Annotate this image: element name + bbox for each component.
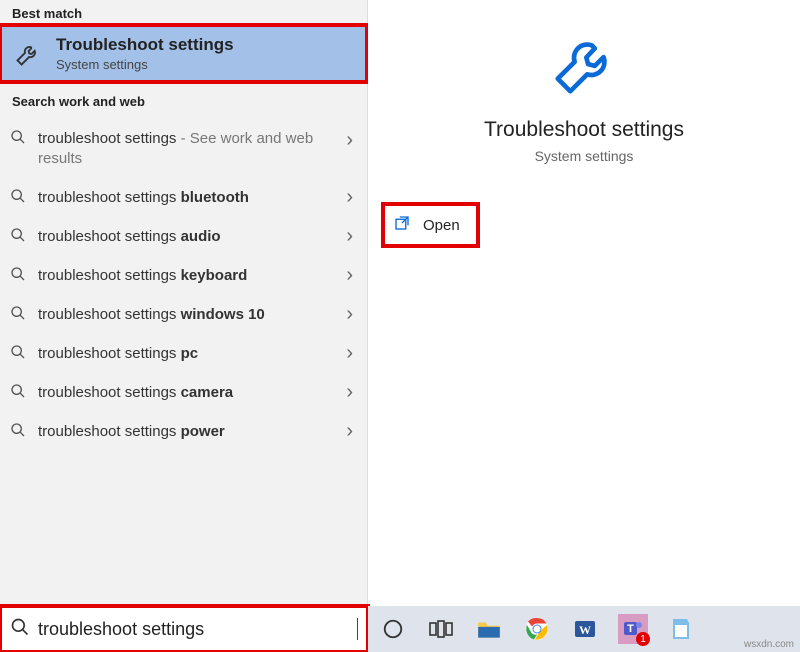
search-icon bbox=[10, 383, 28, 403]
chevron-right-icon: › bbox=[346, 342, 353, 365]
badge-icon: 1 bbox=[636, 632, 650, 646]
chevron-right-icon: › bbox=[346, 186, 353, 209]
notepad-icon[interactable] bbox=[666, 614, 696, 644]
search-input[interactable] bbox=[38, 619, 349, 640]
chevron-right-icon: › bbox=[346, 264, 353, 287]
search-icon bbox=[10, 129, 28, 149]
text-cursor bbox=[357, 618, 358, 640]
suggestion-text: troubleshoot settings power bbox=[38, 422, 336, 442]
suggestion-text: troubleshoot settings pc bbox=[38, 344, 336, 364]
svg-text:T: T bbox=[627, 623, 634, 635]
word-icon[interactable]: W bbox=[570, 614, 600, 644]
bottom-bar: W T 1 bbox=[0, 606, 800, 652]
teams-icon[interactable]: T 1 bbox=[618, 614, 648, 644]
chevron-right-icon: › bbox=[346, 225, 353, 248]
search-icon bbox=[10, 344, 28, 364]
suggestion-text: troubleshoot settings audio bbox=[38, 227, 336, 247]
chevron-right-icon: › bbox=[346, 129, 353, 152]
taskbar: W T 1 bbox=[368, 606, 800, 652]
chrome-icon[interactable] bbox=[522, 614, 552, 644]
suggestion-item[interactable]: troubleshoot settings power › bbox=[0, 412, 367, 451]
chevron-right-icon: › bbox=[346, 381, 353, 404]
suggestion-list: troubleshoot settings - See work and web… bbox=[0, 113, 367, 451]
suggestion-item[interactable]: troubleshoot settings audio › bbox=[0, 217, 367, 256]
suggestion-item[interactable]: troubleshoot settings - See work and web… bbox=[0, 119, 367, 178]
suggestion-item[interactable]: troubleshoot settings keyboard › bbox=[0, 256, 367, 295]
suggestion-item[interactable]: troubleshoot settings bluetooth › bbox=[0, 178, 367, 217]
task-view-icon[interactable] bbox=[426, 614, 456, 644]
detail-panel: Troubleshoot settings System settings Op… bbox=[368, 0, 800, 606]
suggestion-item[interactable]: troubleshoot settings pc › bbox=[0, 334, 367, 373]
suggestion-item[interactable]: troubleshoot settings camera › bbox=[0, 373, 367, 412]
search-icon bbox=[10, 305, 28, 325]
watermark: wsxdn.com bbox=[744, 639, 794, 650]
best-match-subtitle: System settings bbox=[56, 57, 234, 72]
wrench-icon bbox=[549, 30, 619, 104]
search-icon bbox=[10, 617, 30, 641]
suggestion-text: troubleshoot settings windows 10 bbox=[38, 305, 336, 325]
best-match-title: Troubleshoot settings bbox=[56, 35, 234, 55]
search-box[interactable] bbox=[0, 606, 368, 652]
suggestion-item[interactable]: troubleshoot settings windows 10 › bbox=[0, 295, 367, 334]
open-button[interactable]: Open bbox=[383, 204, 478, 246]
suggestion-text: troubleshoot settings camera bbox=[38, 383, 336, 403]
chevron-right-icon: › bbox=[346, 303, 353, 326]
search-icon bbox=[10, 227, 28, 247]
wrench-icon bbox=[14, 40, 42, 68]
suggestion-text: troubleshoot settings - See work and web… bbox=[38, 129, 336, 168]
best-match-label: Best match bbox=[0, 0, 367, 25]
search-web-label: Search work and web bbox=[0, 82, 367, 113]
best-match-result[interactable]: Troubleshoot settings System settings bbox=[0, 25, 367, 82]
svg-text:W: W bbox=[579, 623, 591, 637]
search-icon bbox=[10, 266, 28, 286]
search-results-panel: Best match Troubleshoot settings System … bbox=[0, 0, 368, 606]
launch-icon bbox=[393, 214, 411, 236]
suggestion-text: troubleshoot settings keyboard bbox=[38, 266, 336, 286]
suggestion-text: troubleshoot settings bluetooth bbox=[38, 188, 336, 208]
chevron-right-icon: › bbox=[346, 420, 353, 443]
cortana-icon[interactable] bbox=[378, 614, 408, 644]
detail-subtitle: System settings bbox=[535, 148, 634, 164]
open-label: Open bbox=[423, 217, 460, 234]
detail-title: Troubleshoot settings bbox=[484, 118, 684, 142]
search-icon bbox=[10, 422, 28, 442]
file-explorer-icon[interactable] bbox=[474, 614, 504, 644]
search-icon bbox=[10, 188, 28, 208]
